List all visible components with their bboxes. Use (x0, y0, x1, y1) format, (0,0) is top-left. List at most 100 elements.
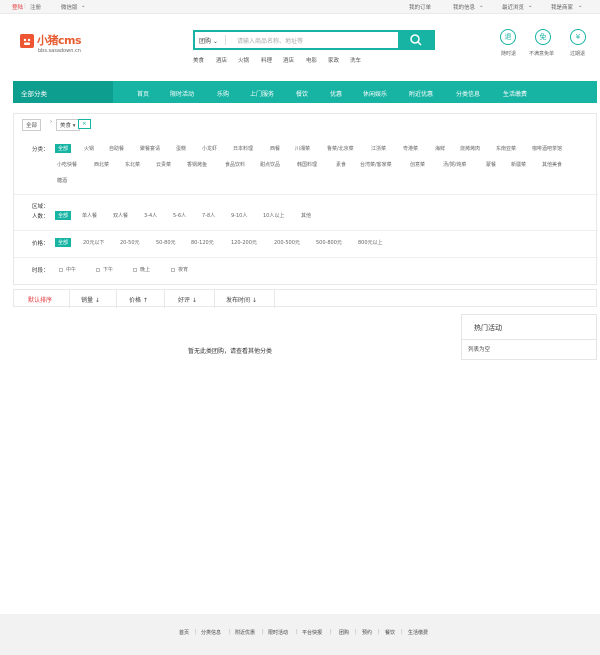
time-checkbox[interactable]: 晚上 (133, 266, 150, 273)
category-option[interactable]: 粤港菜 (403, 145, 418, 152)
category-option[interactable]: 聚餐宴请 (140, 145, 160, 152)
price-option[interactable]: 80-120元 (191, 239, 214, 246)
search-category-select[interactable]: 团购 ⌄ (199, 36, 218, 45)
hot-search-item[interactable]: 电影 (306, 56, 317, 64)
category-option[interactable]: 其他美食 (542, 161, 562, 168)
wechat-link[interactable]: 微信版 (61, 3, 78, 11)
people-option[interactable]: 10人以上 (263, 212, 284, 219)
hot-search-item[interactable]: 料理 (261, 56, 272, 64)
footer-link[interactable]: 分类信息 (201, 629, 221, 636)
category-option[interactable]: 台湾菜/客家菜 (360, 161, 392, 168)
category-option[interactable]: 小吃快餐 (57, 161, 77, 168)
search-button[interactable] (398, 31, 434, 49)
category-option[interactable]: 汤/粥/炖菜 (443, 161, 466, 168)
hot-search-item[interactable]: 火锅 (238, 56, 249, 64)
category-option[interactable]: 烧烤烤肉 (460, 145, 480, 152)
close-icon[interactable]: × (78, 119, 91, 129)
category-option[interactable]: 小龙虾 (202, 145, 217, 152)
nav-item-bills[interactable]: 生活缴费 (503, 89, 527, 98)
my-orders-link[interactable]: 我的订单 (409, 3, 431, 11)
category-option[interactable]: 西餐 (270, 145, 280, 152)
category-option[interactable]: 韩国料理 (297, 161, 317, 168)
category-option[interactable]: 甜点饮品 (260, 161, 280, 168)
people-option[interactable]: 7-8人 (202, 212, 215, 219)
footer-link[interactable]: 餐饮 (385, 629, 395, 636)
nav-item-leisure[interactable]: 休闲娱乐 (363, 89, 387, 98)
category-option[interactable]: 日本料理 (233, 145, 253, 152)
price-option[interactable]: 120-200元 (231, 239, 257, 246)
category-option[interactable]: 东北菜 (125, 161, 140, 168)
footer-link[interactable]: 团购 (339, 629, 349, 636)
category-option[interactable]: 江浙菜 (371, 145, 386, 152)
people-option[interactable]: 双人餐 (113, 212, 128, 219)
nav-item-nearby[interactable]: 附近优惠 (409, 89, 433, 98)
category-option[interactable]: 鲁菜/北京菜 (327, 145, 354, 152)
category-option[interactable]: 全部 (55, 144, 72, 153)
price-option[interactable]: 500-800元 (316, 239, 342, 246)
sort-default[interactable]: 默认排序 (28, 295, 52, 304)
nav-item-flash[interactable]: 限时活动 (170, 89, 194, 98)
nav-item-deals[interactable]: 优惠 (330, 89, 342, 98)
hot-search-item[interactable]: 酒店 (283, 56, 294, 64)
people-option[interactable]: 5-6人 (173, 212, 186, 219)
category-option[interactable]: 自助餐 (109, 145, 124, 152)
category-option[interactable]: 云贵菜 (156, 161, 171, 168)
category-option[interactable]: 糖酒 (57, 177, 67, 184)
nav-item-home-service[interactable]: 上门服务 (250, 89, 274, 98)
nav-item-dining[interactable]: 餐饮 (296, 89, 308, 98)
category-option[interactable]: 食品饮料 (225, 161, 245, 168)
category-option[interactable]: 火锅 (84, 145, 94, 152)
breadcrumb-current[interactable]: 美食 ▾ (56, 119, 80, 131)
hot-search-item[interactable]: 家政 (328, 56, 339, 64)
nav-item-lego[interactable]: 乐购 (217, 89, 229, 98)
all-categories-button[interactable]: 全部分类 (13, 81, 113, 103)
logo-text[interactable]: 小猪cms (37, 32, 82, 48)
footer-link[interactable]: 生活缴费 (408, 629, 428, 636)
footer-link[interactable]: 平台快报 (302, 629, 322, 636)
footer-link[interactable]: 预约 (362, 629, 372, 636)
search-input[interactable]: 请输入商品名称、地址等 (237, 36, 303, 45)
price-option[interactable]: 800元以上 (358, 239, 383, 246)
nav-item-home[interactable]: 首页 (137, 89, 149, 98)
footer-link[interactable]: 附近优惠 (235, 629, 255, 636)
category-option[interactable]: 素食 (336, 161, 346, 168)
people-option[interactable]: 3-4人 (144, 212, 157, 219)
logo-pig-icon[interactable] (20, 34, 34, 48)
price-option[interactable]: 20元以下 (83, 239, 104, 246)
sort-date[interactable]: 发布时间 ↓ (226, 295, 257, 304)
people-option[interactable]: 全部 (55, 211, 72, 220)
sort-sales[interactable]: 销量 ↓ (81, 295, 100, 304)
category-option[interactable]: 新疆菜 (511, 161, 526, 168)
register-link[interactable]: 注册 (30, 3, 41, 11)
footer-link[interactable]: 限时活动 (268, 629, 288, 636)
hot-search-item[interactable]: 美食 (193, 56, 204, 64)
login-link[interactable]: 登陆 (12, 3, 23, 11)
category-option[interactable]: 蛋糕 (176, 145, 186, 152)
hot-search-item[interactable]: 洗车 (350, 56, 361, 64)
sort-rating[interactable]: 好评 ↓ (178, 295, 197, 304)
people-option[interactable]: 9-10人 (231, 212, 247, 219)
price-option[interactable]: 全部 (55, 238, 72, 247)
time-checkbox[interactable]: 下午 (96, 266, 113, 273)
time-checkbox[interactable]: 夜宵 (171, 266, 188, 273)
category-option[interactable]: 西北菜 (94, 161, 109, 168)
recent-link[interactable]: 最近浏览 (502, 3, 524, 11)
category-option[interactable]: 咖啡酒吧茶馆 (532, 145, 562, 152)
category-option[interactable]: 海鲜 (435, 145, 445, 152)
sort-price[interactable]: 价格 ↑ (129, 295, 148, 304)
category-option[interactable]: 香锅烤鱼 (187, 161, 207, 168)
price-option[interactable]: 50-80元 (156, 239, 176, 246)
people-option[interactable]: 单人餐 (82, 212, 97, 219)
category-option[interactable]: 川湘菜 (295, 145, 310, 152)
category-option[interactable]: 蒙餐 (486, 161, 496, 168)
category-option[interactable]: 创意菜 (410, 161, 425, 168)
price-option[interactable]: 200-500元 (274, 239, 300, 246)
nav-item-classified[interactable]: 分类信息 (456, 89, 480, 98)
breadcrumb-all[interactable]: 全部 (22, 119, 42, 131)
footer-link[interactable]: 首页 (179, 629, 189, 636)
time-checkbox[interactable]: 中午 (59, 266, 76, 273)
hot-search-item[interactable]: 酒店 (216, 56, 227, 64)
merchant-link[interactable]: 我是商家 (551, 3, 573, 11)
category-option[interactable]: 东南亚菜 (496, 145, 516, 152)
price-option[interactable]: 20-50元 (120, 239, 140, 246)
